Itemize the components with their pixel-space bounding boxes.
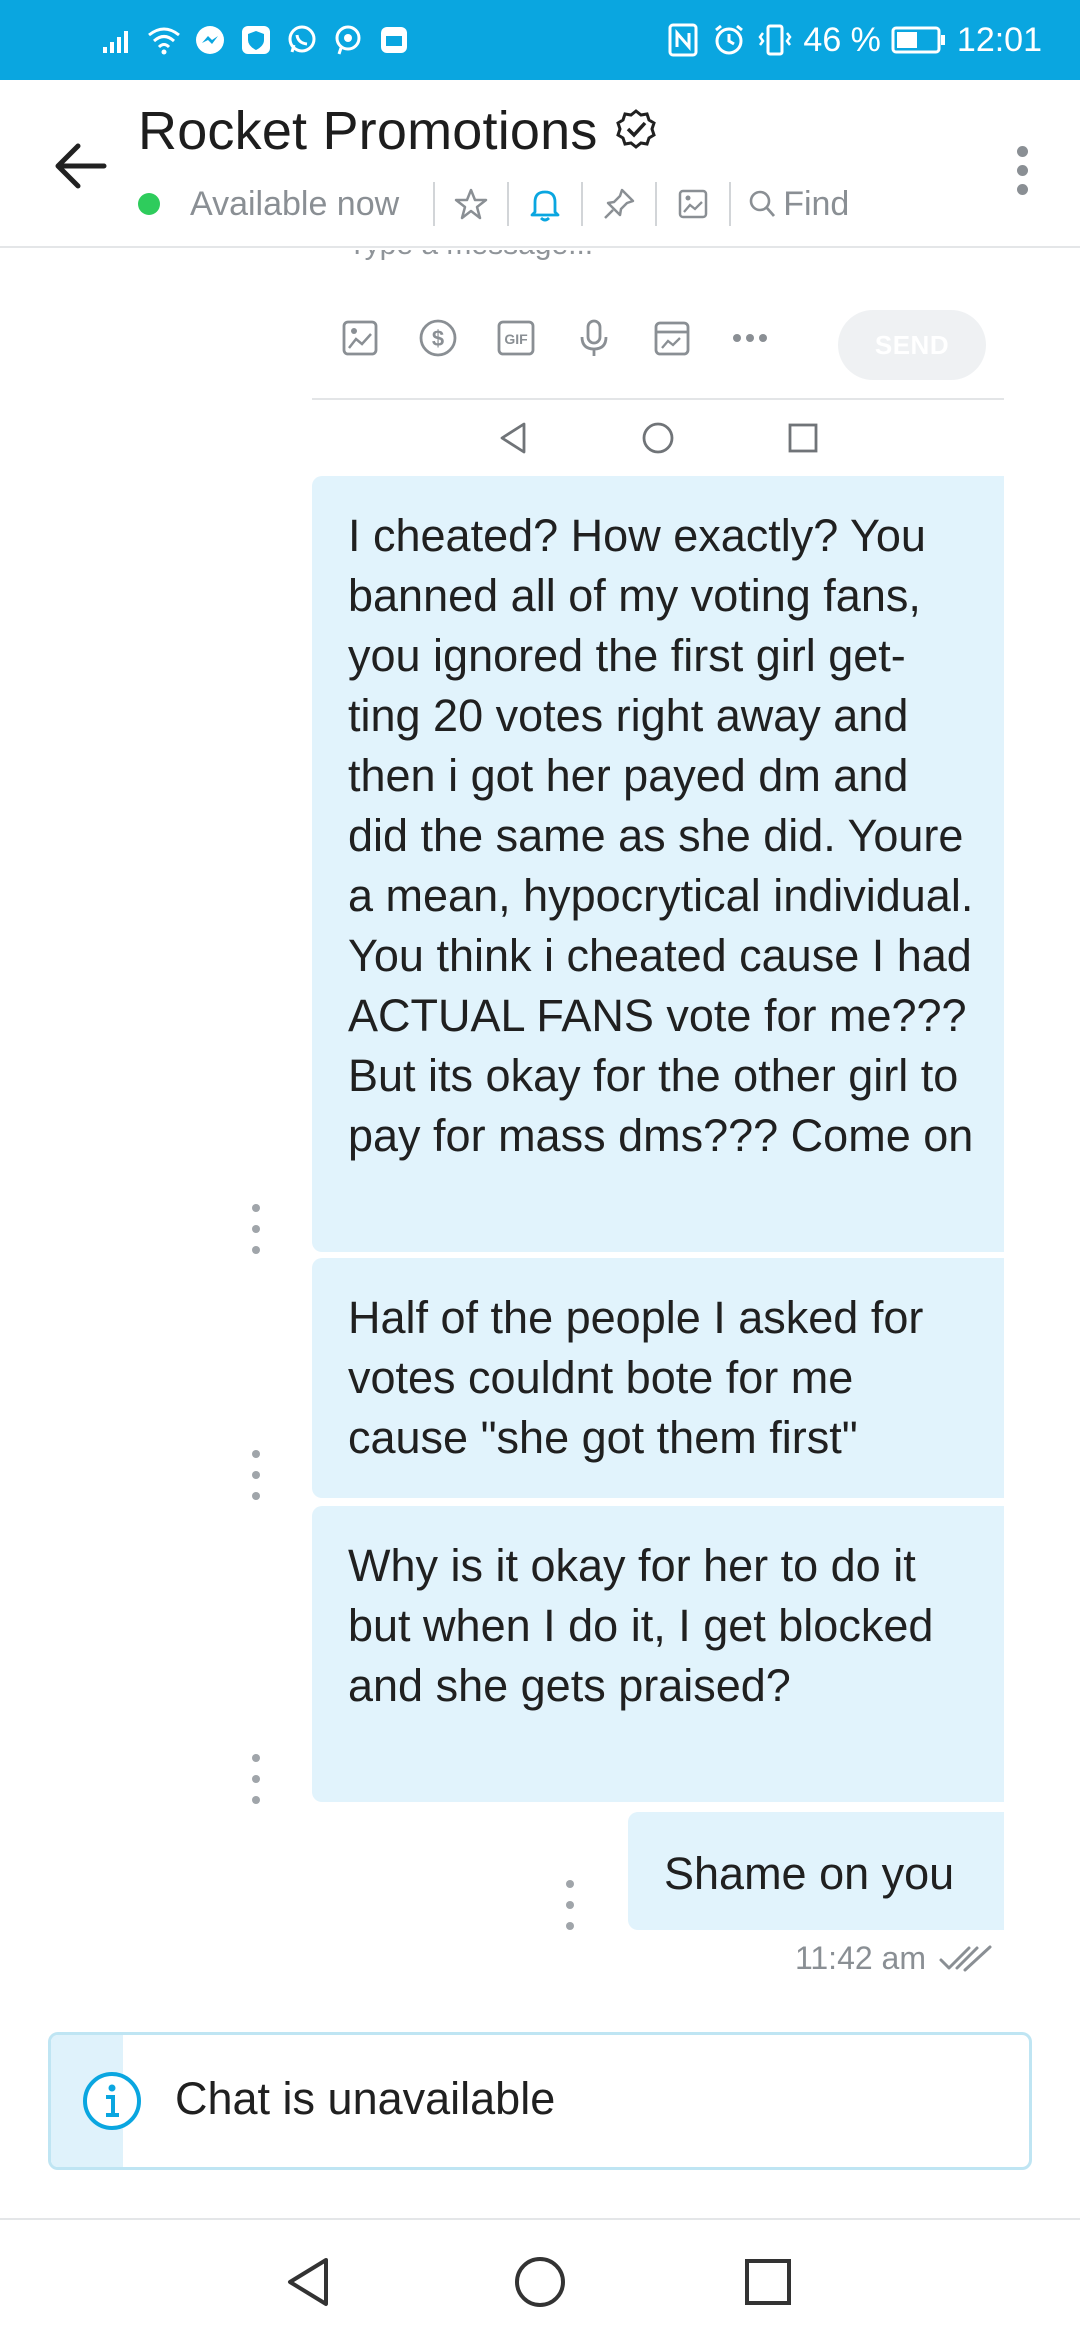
chat-thread[interactable]: Type a message... $ GIF SEND [0, 250, 1080, 2010]
recents-square-icon [788, 423, 818, 453]
battery-percent: 46 % [803, 20, 881, 59]
message-bubble[interactable]: Why is it okay for her to do it but when… [312, 1506, 1004, 1802]
message-timestamp: 11:42 am [794, 1940, 926, 1976]
pin-icon[interactable] [599, 184, 639, 224]
image-icon [340, 318, 380, 358]
back-triangle-icon [500, 422, 526, 454]
header-toolbar: Available now Find [138, 178, 849, 230]
message-options-icon[interactable] [244, 1204, 268, 1254]
message-bubble[interactable]: I cheated? How exactly? You banned all o… [312, 476, 1004, 1252]
recents-square-icon [745, 2259, 791, 2305]
info-icon [83, 2072, 141, 2130]
nfc-icon [665, 22, 701, 58]
whatsapp-icon [284, 22, 320, 58]
embedded-nav-bar [312, 410, 1004, 466]
wifi-icon [146, 22, 182, 58]
double-check-icon [939, 1945, 992, 1971]
system-nav-bar [0, 2218, 1080, 2340]
message-timestamp-row: 11:42 am [795, 1940, 994, 1977]
mic-icon [574, 318, 614, 358]
image-icon[interactable] [673, 184, 713, 224]
bell-icon[interactable] [525, 184, 565, 224]
message-bubble[interactable]: Half of the people I asked for votes cou… [312, 1258, 1004, 1498]
availability-status: Available now [190, 184, 400, 223]
chat-app-icon [330, 22, 366, 58]
status-bar: 46 % 12:01 [0, 0, 1080, 80]
contact-name[interactable]: Rocket Promotions [138, 100, 598, 162]
divider [581, 182, 584, 226]
more-dot [1016, 164, 1028, 176]
title-row: Rocket Promotions [138, 100, 660, 162]
online-status-dot [138, 193, 160, 215]
mail-app-icon [376, 22, 412, 58]
star-icon[interactable] [451, 184, 491, 224]
back-arrow-icon [55, 143, 107, 189]
signal-icon [100, 22, 136, 58]
search-icon [749, 190, 776, 217]
chat-unavailable-banner: Chat is unavailable [48, 2032, 1032, 2170]
message-options-icon[interactable] [558, 1880, 582, 1930]
nav-back-button[interactable] [268, 2242, 348, 2322]
chat-header: Rocket Promotions Available now Find [0, 80, 1080, 248]
more-icon [730, 318, 770, 358]
divider [507, 182, 510, 226]
find-label: Find [783, 184, 850, 223]
divider [312, 398, 1004, 400]
embedded-screenshot: Type a message... $ GIF SEND [312, 250, 1004, 468]
back-button[interactable] [44, 130, 116, 202]
vibrate-icon [757, 22, 793, 58]
nav-recents-button[interactable] [728, 2242, 808, 2322]
embedded-message-placeholder: Type a message... [348, 250, 593, 262]
messenger-icon [192, 22, 228, 58]
divider [433, 182, 436, 226]
status-right: 46 % 12:01 [665, 18, 1042, 62]
home-circle-icon [515, 2257, 565, 2307]
svg-text:$: $ [432, 326, 444, 351]
back-triangle-icon [288, 2258, 328, 2306]
find-button[interactable]: Find [747, 185, 849, 224]
embedded-toolbar: $ GIF [340, 318, 770, 358]
home-circle-icon [642, 422, 674, 454]
shield-app-icon [238, 22, 274, 58]
alarm-icon [711, 22, 747, 58]
battery-icon [891, 22, 947, 58]
divider [655, 182, 658, 226]
more-dot [1016, 145, 1028, 157]
gif-icon: GIF [496, 318, 536, 358]
calendar-icon [652, 318, 692, 358]
embedded-send-button: SEND [838, 310, 986, 380]
svg-text:GIF: GIF [504, 331, 528, 347]
message-bubble[interactable]: Shame on you [628, 1812, 1004, 1930]
nav-home-button[interactable] [500, 2242, 580, 2322]
more-dot [1016, 183, 1028, 195]
verified-badge-icon [615, 109, 656, 149]
status-left-icons [100, 18, 412, 62]
message-options-icon[interactable] [244, 1754, 268, 1804]
status-time: 12:01 [956, 20, 1042, 59]
dollar-icon: $ [418, 318, 458, 358]
message-options-icon[interactable] [244, 1450, 268, 1500]
banner-text: Chat is unavailable [175, 2073, 556, 2124]
divider [729, 182, 732, 226]
more-options-button[interactable] [996, 130, 1048, 210]
